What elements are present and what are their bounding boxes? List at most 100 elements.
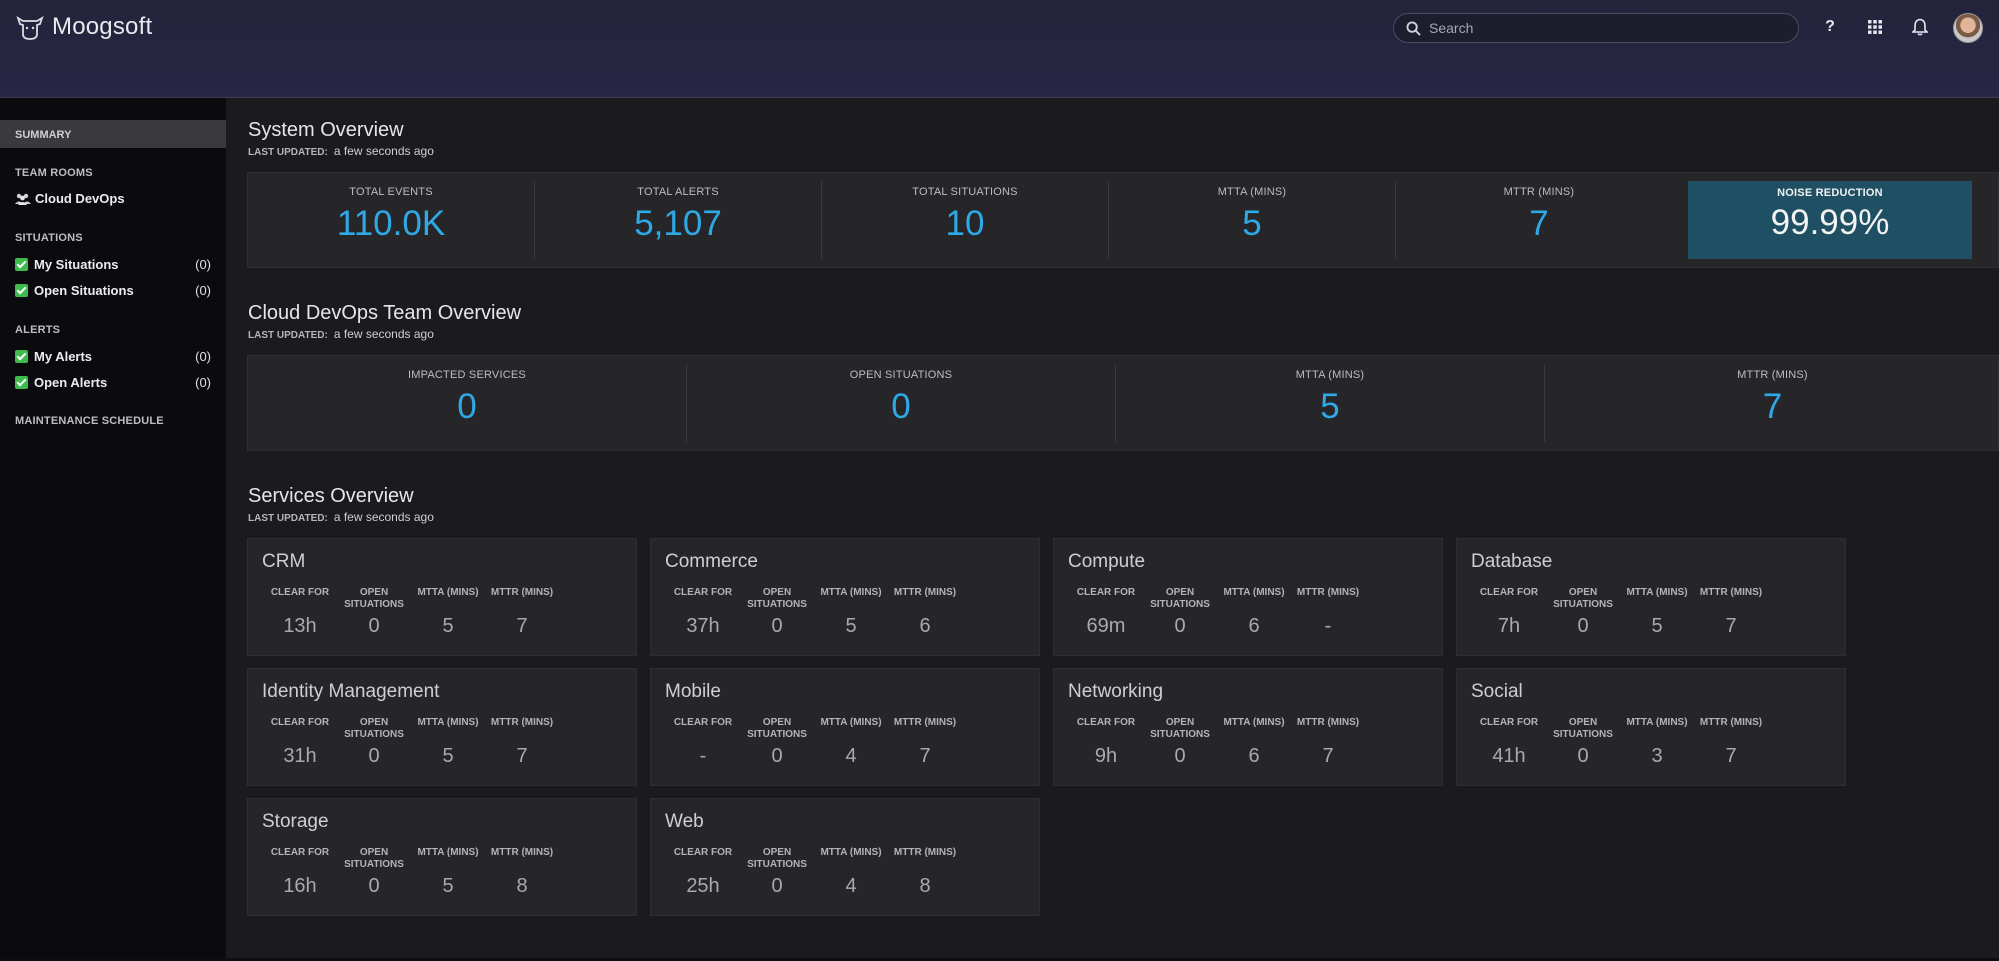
service-name: Storage [262, 811, 329, 832]
service-metric-value: 4 [845, 745, 857, 767]
logo-text: Moogsoft [52, 13, 153, 40]
service-metric-label: OPEN SITUATIONS [1553, 717, 1613, 740]
service-metric-label: MTTR (MINS) [490, 587, 554, 598]
system-overview-title: System Overview [248, 119, 404, 141]
team-overview-panel: IMPACTED SERVICES 0 OPEN SITUATIONS 0 MT… [247, 355, 1999, 451]
search-icon [1406, 20, 1421, 36]
system-overview-updated: LAST UPDATED: a few seconds ago [248, 144, 434, 158]
service-metric-label: OPEN SITUATIONS [1150, 587, 1210, 610]
service-card-identity-management[interactable]: Identity Management CLEAR FOR 31h OPEN SITU… [247, 668, 637, 786]
service-metric-value: 7 [1725, 745, 1737, 767]
kpi-team-mttr[interactable]: MTTR (MINS) 7 [1545, 356, 1999, 450]
service-metric-value: 37h [686, 615, 720, 637]
search-box[interactable] [1393, 13, 1799, 43]
count-badge: (0) [195, 283, 211, 298]
sidebar-item-maintenance-schedule[interactable]: MAINTENANCE SCHEDULE [15, 415, 164, 427]
service-metric-label: CLEAR FOR [673, 717, 733, 728]
kpi-total-situations[interactable]: TOTAL SITUATIONS 10 [822, 173, 1108, 267]
service-card-compute[interactable]: Compute CLEAR FOR 69m OPEN SITUATIONS 0 MTTA … [1053, 538, 1443, 656]
kpi-noise-reduction[interactable]: NOISE REDUCTION 99.99% [1688, 181, 1972, 259]
service-metric-value: 0 [368, 875, 380, 897]
service-metric-value: 7 [919, 745, 931, 767]
sidebar-item-my-alerts[interactable]: My Alerts (0) [15, 349, 211, 364]
service-metric-value: 7h [1497, 615, 1521, 637]
service-metric: CLEAR FOR 41h [1469, 717, 1549, 768]
sidebar-item-open-situations[interactable]: Open Situations (0) [15, 283, 211, 298]
service-metric-label: MTTR (MINS) [490, 847, 554, 858]
service-metric-label: CLEAR FOR [270, 587, 330, 598]
service-metric: MTTA (MINS) 5 [408, 587, 488, 638]
service-metric-value: - [699, 745, 707, 767]
service-card-web[interactable]: Web CLEAR FOR 25h OPEN SITUATIONS 0 MTTA (MIN… [650, 798, 1040, 916]
sidebar-item-open-alerts[interactable]: Open Alerts (0) [15, 375, 211, 390]
alerts-heading: ALERTS [15, 324, 61, 336]
service-metric-value: 25h [686, 875, 720, 897]
service-metric-value: 5 [845, 615, 857, 637]
service-metric: MTTR (MINS) 8 [885, 847, 965, 898]
service-metric-label: MTTR (MINS) [893, 587, 957, 598]
service-metric-value: 7 [1322, 745, 1334, 767]
kpi-open-situations[interactable]: OPEN SITUATIONS 0 [687, 356, 1115, 450]
kpi-value: 5 [1320, 387, 1340, 426]
situations-heading: SITUATIONS [15, 232, 83, 244]
sidebar-item-label: Cloud DevOps [35, 191, 125, 206]
service-card-commerce[interactable]: Commerce CLEAR FOR 37h OPEN SITUATIONS 0 MTTA… [650, 538, 1040, 656]
sidebar-item-summary[interactable]: SUMMARY [0, 120, 226, 148]
service-name: Compute [1068, 551, 1146, 572]
service-card-database[interactable]: Database CLEAR FOR 7h OPEN SITUATIONS 0 MTTA … [1456, 538, 1846, 656]
service-metric-label: MTTR (MINS) [1699, 717, 1763, 728]
service-card-social[interactable]: Social CLEAR FOR 41h OPEN SITUATIONS 0 MTTA (… [1456, 668, 1846, 786]
sidebar-item-my-situations[interactable]: My Situations (0) [15, 257, 211, 272]
service-metric: MTTA (MINS) 5 [408, 717, 488, 768]
service-metric: MTTR (MINS) 7 [1691, 717, 1771, 768]
service-metric: MTTR (MINS) 7 [482, 587, 562, 638]
service-metric-value: 5 [442, 875, 454, 897]
kpi-value: 99.99% [1770, 203, 1890, 242]
service-card-storage[interactable]: Storage CLEAR FOR 16h OPEN SITUATIONS 0 MTTA … [247, 798, 637, 916]
service-metric-label: CLEAR FOR [1479, 587, 1539, 598]
help-icon[interactable]: ? [1818, 15, 1842, 39]
service-metric: MTTR (MINS) - [1288, 587, 1368, 638]
checkbox-icon [15, 258, 28, 271]
last-updated-label: LAST UPDATED: [248, 147, 328, 158]
service-metric: MTTA (MINS) 5 [1617, 587, 1697, 638]
kpi-label: MTTA (MINS) [1295, 369, 1365, 381]
kpi-label: MTTR (MINS) [1503, 186, 1575, 198]
service-card-crm[interactable]: CRM CLEAR FOR 13h OPEN SITUATIONS 0 MTTA (MIN… [247, 538, 637, 656]
kpi-impacted-services[interactable]: IMPACTED SERVICES 0 [248, 356, 686, 450]
service-metric-label: MTTA (MINS) [1626, 587, 1688, 598]
bell-icon[interactable] [1908, 15, 1932, 39]
service-metric-label: OPEN SITUATIONS [747, 847, 807, 870]
last-updated-value: a few seconds ago [333, 327, 434, 341]
service-metric-label: MTTA (MINS) [417, 847, 479, 858]
service-metric-label: OPEN SITUATIONS [344, 587, 404, 610]
service-card-mobile[interactable]: Mobile CLEAR FOR - OPEN SITUATIONS 0 MTTA (MI… [650, 668, 1040, 786]
kpi-team-mtta[interactable]: MTTA (MINS) 5 [1116, 356, 1544, 450]
service-metric: OPEN SITUATIONS 0 [1543, 587, 1623, 638]
kpi-total-events[interactable]: TOTAL EVENTS 110.0K [248, 173, 534, 267]
service-metric: MTTA (MINS) 6 [1214, 587, 1294, 638]
service-metric-value: 5 [442, 745, 454, 767]
kpi-mtta[interactable]: MTTA (MINS) 5 [1109, 173, 1395, 267]
service-metric-value: 8 [516, 875, 528, 897]
kpi-value: 7 [1529, 204, 1549, 243]
apps-grid-icon[interactable] [1863, 15, 1887, 39]
service-name: Social [1471, 681, 1523, 702]
kpi-mttr[interactable]: MTTR (MINS) 7 [1396, 173, 1682, 267]
search-input[interactable] [1429, 20, 1789, 36]
service-name: Networking [1068, 681, 1164, 702]
service-card-networking[interactable]: Networking CLEAR FOR 9h OPEN SITUATIONS 0 MTT… [1053, 668, 1443, 786]
kpi-value: 7 [1762, 387, 1783, 426]
service-metric-label: MTTA (MINS) [1626, 717, 1688, 728]
service-metric: OPEN SITUATIONS 0 [737, 717, 817, 768]
kpi-total-alerts[interactable]: TOTAL ALERTS 5,107 [535, 173, 821, 267]
service-metric: MTTA (MINS) 5 [408, 847, 488, 898]
services-overview-updated: LAST UPDATED: a few seconds ago [248, 510, 434, 524]
sidebar-item-cloud-devops[interactable]: Cloud DevOps [15, 191, 211, 206]
kpi-label: IMPACTED SERVICES [408, 369, 526, 381]
service-name: Database [1471, 551, 1553, 572]
user-avatar[interactable] [1953, 13, 1983, 43]
app-logo[interactable]: Moogsoft [14, 12, 152, 42]
service-metric-label: MTTR (MINS) [1296, 587, 1360, 598]
service-metric-value: 6 [1248, 615, 1260, 637]
